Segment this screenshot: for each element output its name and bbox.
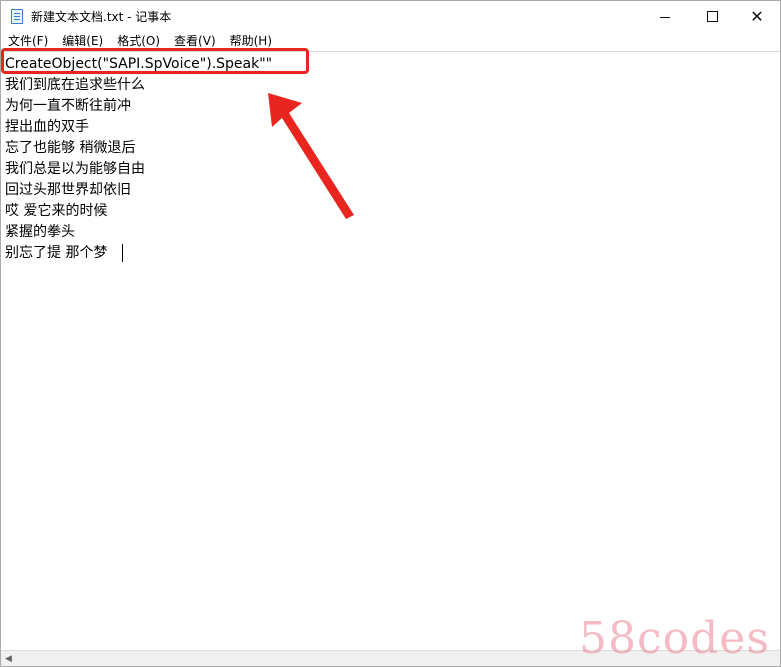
editor-line[interactable]: 哎 爱它来的时候 [5,201,107,222]
minimize-icon [660,17,670,18]
close-button[interactable]: ✕ [734,1,780,32]
text-caret [122,244,123,262]
close-icon: ✕ [750,6,764,26]
editor-line[interactable]: 回过头那世界却依旧 [5,180,131,201]
editor-line[interactable]: 为何一直不断往前冲 [5,96,131,117]
title-bar[interactable]: 新建文本文档.txt - 记事本 ✕ [1,1,780,32]
minimize-button[interactable] [642,1,688,32]
maximize-button[interactable] [689,1,735,32]
notepad-icon [11,9,23,24]
annotation-highlight-box [1,48,309,74]
editor-line[interactable]: 我们总是以为能够自由 [5,159,145,180]
editor-line[interactable]: 别忘了提 那个梦 [5,243,107,264]
window-title: 新建文本文档.txt - 记事本 [31,10,172,24]
watermark: 58codes [579,613,770,664]
annotation-arrow-icon [268,93,354,219]
arrow-shape [268,93,354,219]
notepad-window: 新建文本文档.txt - 记事本 ✕ 文件(F) 编辑(E) 格式(O) 查看(… [0,0,781,667]
editor-line[interactable]: 捏出血的双手 [5,117,89,138]
text-editor-area[interactable]: CreateObject("SAPI.SpVoice").Speak"" 我们到… [1,51,780,650]
maximize-icon [706,11,718,22]
editor-line[interactable]: 紧握的拳头 [5,222,75,243]
editor-line[interactable]: 我们到底在追求些什么 [5,75,145,96]
editor-line[interactable]: 忘了也能够 稍微退后 [5,138,135,159]
scroll-left-icon[interactable]: ◀ [5,654,12,664]
